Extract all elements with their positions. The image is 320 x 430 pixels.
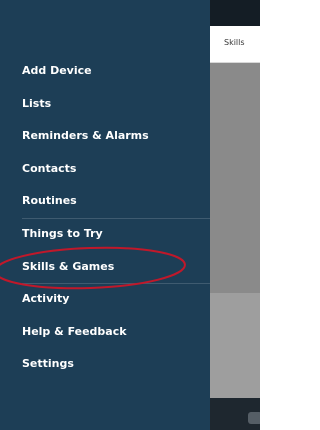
home-icon[interactable] bbox=[248, 412, 260, 424]
menu-item-routines[interactable]: Routines bbox=[0, 185, 210, 218]
tab-skills[interactable]: Skills bbox=[224, 38, 245, 47]
menu-item-lists[interactable]: Lists bbox=[0, 88, 210, 121]
app-content-lower[interactable] bbox=[210, 293, 260, 398]
menu-divider bbox=[22, 218, 210, 219]
menu-item-settings[interactable]: Settings bbox=[0, 348, 210, 381]
menu-item-contacts[interactable]: Contacts bbox=[0, 153, 210, 186]
menu-divider bbox=[22, 283, 210, 284]
app-content-overlay[interactable] bbox=[210, 63, 260, 293]
menu-item-reminders-alarms[interactable]: Reminders & Alarms bbox=[0, 120, 210, 153]
screen: Skills Add Device Lists Reminders & Alar… bbox=[0, 0, 260, 430]
menu-item-things-to-try[interactable]: Things to Try bbox=[0, 218, 210, 251]
navigation-drawer: Add Device Lists Reminders & Alarms Cont… bbox=[0, 0, 210, 430]
menu-item-add-device[interactable]: Add Device bbox=[0, 55, 210, 88]
menu-item-activity[interactable]: Activity bbox=[0, 283, 210, 316]
menu-item-skills-games[interactable]: Skills & Games bbox=[0, 251, 210, 284]
menu-item-help-feedback[interactable]: Help & Feedback bbox=[0, 316, 210, 349]
